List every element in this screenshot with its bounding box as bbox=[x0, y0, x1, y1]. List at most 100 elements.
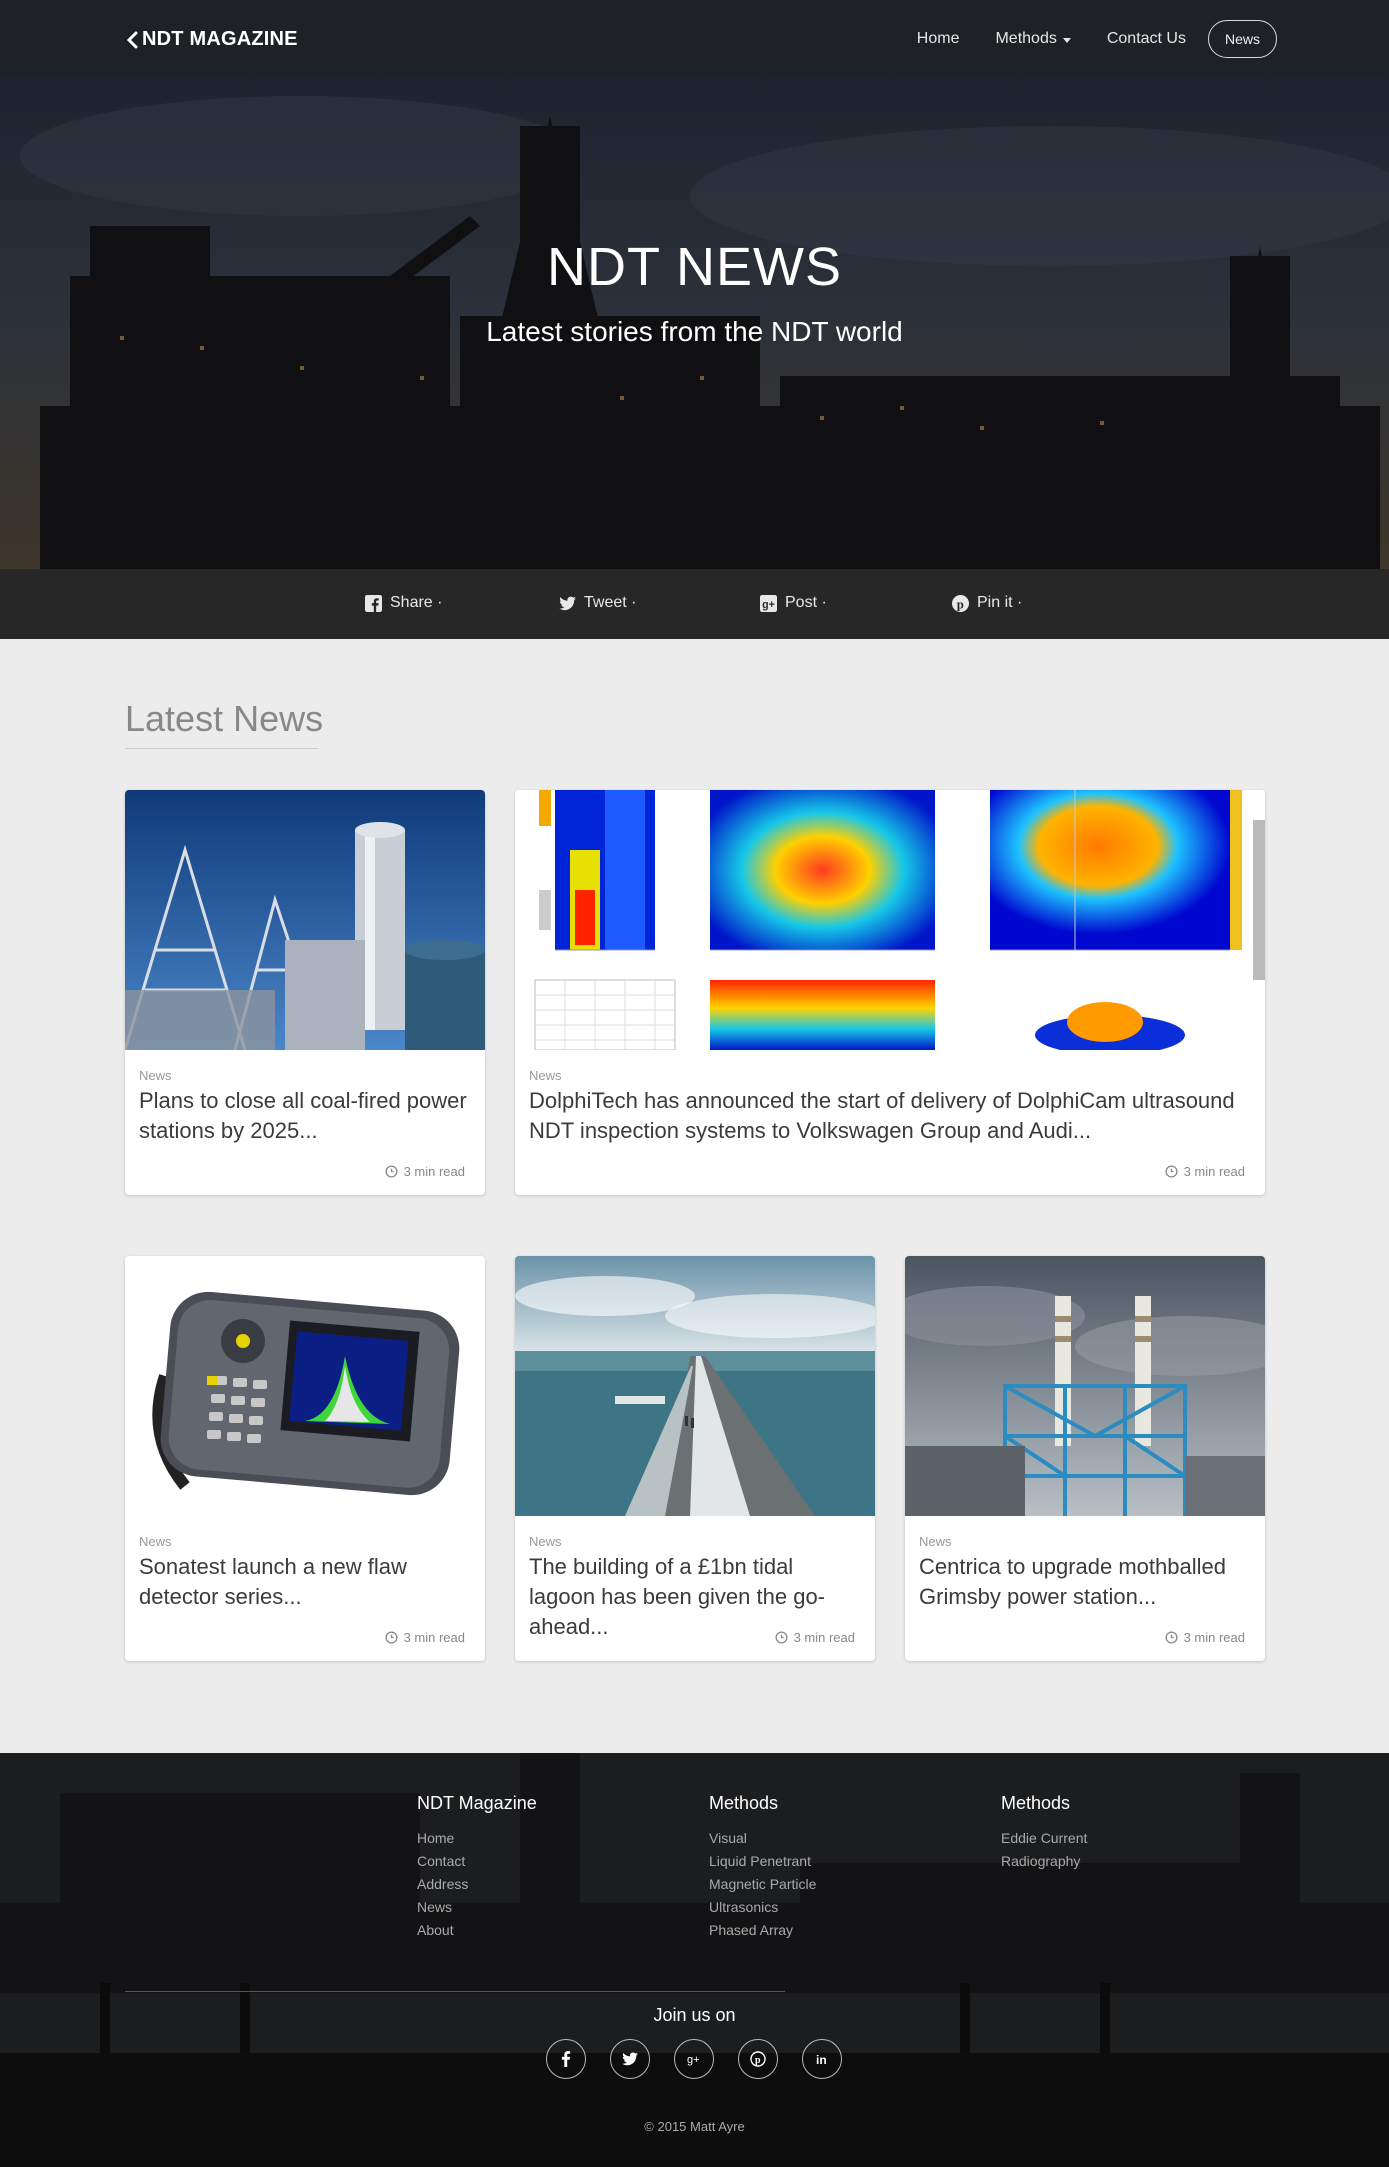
read-time: 3 min read bbox=[1165, 1164, 1245, 1179]
google-plus-icon: g+ bbox=[687, 2054, 700, 2066]
footer-link-liquid-penetrant[interactable]: Liquid Penetrant bbox=[709, 1850, 816, 1873]
read-time-label: 3 min read bbox=[1183, 1630, 1245, 1645]
share-label: Pin it · bbox=[977, 594, 1023, 611]
nav-news-button[interactable]: News bbox=[1207, 20, 1277, 58]
news-card[interactable]: News Sonatest launch a new flaw detector… bbox=[125, 1256, 485, 1661]
read-time: 3 min read bbox=[385, 1630, 465, 1645]
grimsby-power-station-image bbox=[905, 1256, 1265, 1516]
card-category: News bbox=[919, 1534, 952, 1549]
ultrasound-scan-image bbox=[515, 790, 1265, 1050]
nav-methods-label: Methods bbox=[995, 30, 1057, 47]
footer-link-radiography[interactable]: Radiography bbox=[1001, 1850, 1087, 1873]
footer-link-news[interactable]: News bbox=[417, 1896, 537, 1919]
social-google-plus-button[interactable]: g+ bbox=[674, 2039, 714, 2079]
svg-text:in: in bbox=[816, 2053, 827, 2067]
nav-methods-dropdown[interactable]: Methods bbox=[995, 30, 1071, 48]
card-title[interactable]: The building of a £1bn tidal lagoon has … bbox=[529, 1552, 861, 1642]
section-title: Latest News bbox=[125, 698, 324, 739]
share-bar: Share · Tweet · g+ Post · p Pin it · bbox=[0, 569, 1389, 639]
tidal-lagoon-image bbox=[515, 1256, 875, 1516]
footer-link-phased-array[interactable]: Phased Array bbox=[709, 1919, 816, 1942]
footer-link-about[interactable]: About bbox=[417, 1919, 537, 1942]
share-label: Tweet · bbox=[584, 594, 637, 611]
footer-rig-image bbox=[0, 1753, 1389, 2167]
pinterest-icon: p bbox=[750, 2051, 766, 2067]
card-title[interactable]: DolphiTech has announced the start of de… bbox=[529, 1086, 1251, 1146]
news-card[interactable]: News Plans to close all coal-fired power… bbox=[125, 790, 485, 1195]
clock-icon bbox=[1165, 1631, 1178, 1644]
clock-icon bbox=[385, 1165, 398, 1178]
pinterest-icon: p bbox=[952, 594, 969, 612]
card-category: News bbox=[139, 1068, 172, 1083]
power-plant-image bbox=[125, 790, 485, 1050]
hero-banner: NDT NEWS Latest stories from the NDT wor… bbox=[0, 76, 1389, 569]
footer-link-contact[interactable]: Contact bbox=[417, 1850, 537, 1873]
hero-subtitle: Latest stories from the NDT world bbox=[486, 316, 903, 347]
footer-link-address[interactable]: Address bbox=[417, 1873, 537, 1896]
read-time-label: 3 min read bbox=[403, 1164, 465, 1179]
footer-col-methods: Methods Visual Liquid Penetrant Magnetic… bbox=[709, 1793, 816, 1942]
footer-link-home[interactable]: Home bbox=[417, 1827, 537, 1850]
brand-label: NDT MAGAZINE bbox=[142, 28, 298, 50]
share-label: Post · bbox=[785, 594, 827, 611]
twitter-icon bbox=[622, 2052, 638, 2066]
footer-heading: Methods bbox=[709, 1793, 779, 1813]
card-category: News bbox=[139, 1534, 172, 1549]
footer-divider bbox=[125, 1991, 785, 1992]
title-divider bbox=[125, 748, 318, 749]
read-time-label: 3 min read bbox=[403, 1630, 465, 1645]
footer: NDT Magazine Home Contact Address News A… bbox=[0, 1753, 1389, 2167]
svg-text:g+: g+ bbox=[762, 598, 775, 610]
card-title[interactable]: Plans to close all coal-fired power stat… bbox=[139, 1086, 471, 1146]
read-time: 3 min read bbox=[385, 1164, 465, 1179]
read-time: 3 min read bbox=[775, 1630, 855, 1645]
svg-text:p: p bbox=[957, 597, 964, 611]
footer-link-eddie-current[interactable]: Eddie Current bbox=[1001, 1827, 1087, 1850]
footer-heading: NDT Magazine bbox=[417, 1793, 537, 1813]
card-category: News bbox=[529, 1534, 562, 1549]
footer-col-ndt: NDT Magazine Home Contact Address News A… bbox=[417, 1793, 537, 1942]
caret-down-icon bbox=[1062, 37, 1071, 43]
footer-col-methods-2: Methods Eddie Current Radiography bbox=[1001, 1793, 1087, 1873]
facebook-icon bbox=[561, 2051, 571, 2067]
share-pinterest-button[interactable]: p Pin it · bbox=[952, 594, 1022, 612]
google-plus-icon: g+ bbox=[760, 594, 777, 612]
footer-link-magnetic-particle[interactable]: Magnetic Particle bbox=[709, 1873, 816, 1896]
footer-heading: Methods bbox=[1001, 1793, 1071, 1813]
share-twitter-button[interactable]: Tweet · bbox=[559, 594, 636, 612]
read-time-label: 3 min read bbox=[1183, 1164, 1245, 1179]
news-card[interactable]: News DolphiTech has announced the start … bbox=[515, 790, 1265, 1195]
footer-link-visual[interactable]: Visual bbox=[709, 1827, 816, 1850]
share-facebook-button[interactable]: Share · bbox=[365, 594, 442, 612]
share-google-plus-button[interactable]: g+ Post · bbox=[760, 594, 827, 612]
brand-link[interactable]: NDT MAGAZINE bbox=[126, 28, 298, 51]
svg-text:g+: g+ bbox=[687, 2054, 700, 2066]
linkedin-icon: in bbox=[816, 2053, 827, 2067]
nav-links: Home Methods Contact Us News bbox=[881, 20, 1277, 58]
card-title[interactable]: Centrica to upgrade mothballed Grimsby p… bbox=[919, 1552, 1251, 1612]
news-card[interactable]: News Centrica to upgrade mothballed Grim… bbox=[905, 1256, 1265, 1661]
hero-title: NDT NEWS bbox=[546, 237, 842, 297]
share-label: Share · bbox=[390, 594, 443, 611]
footer-link-ultrasonics[interactable]: Ultrasonics bbox=[709, 1896, 816, 1919]
twitter-icon bbox=[559, 596, 576, 610]
navbar: NDT MAGAZINE Home Methods Contact Us New… bbox=[0, 0, 1389, 76]
nav-contact[interactable]: Contact Us bbox=[1107, 30, 1186, 48]
chevron-left-icon bbox=[126, 31, 138, 48]
svg-text:p: p bbox=[755, 2055, 761, 2066]
social-pinterest-button[interactable]: p bbox=[738, 2039, 778, 2079]
read-time: 3 min read bbox=[1165, 1630, 1245, 1645]
read-time-label: 3 min read bbox=[793, 1630, 855, 1645]
nav-home[interactable]: Home bbox=[917, 30, 960, 48]
social-linkedin-button[interactable]: in bbox=[802, 2039, 842, 2079]
social-links: g+ p in bbox=[546, 2039, 842, 2079]
card-category: News bbox=[529, 1068, 562, 1083]
social-facebook-button[interactable] bbox=[546, 2039, 586, 2079]
facebook-icon bbox=[365, 594, 382, 612]
clock-icon bbox=[385, 1631, 398, 1644]
copyright: © 2015 Matt Ayre bbox=[644, 2119, 745, 2134]
join-us-label: Join us on bbox=[653, 2005, 736, 2025]
news-card[interactable]: News The building of a £1bn tidal lagoon… bbox=[515, 1256, 875, 1661]
social-twitter-button[interactable] bbox=[610, 2039, 650, 2079]
card-title[interactable]: Sonatest launch a new flaw detector seri… bbox=[139, 1552, 471, 1612]
